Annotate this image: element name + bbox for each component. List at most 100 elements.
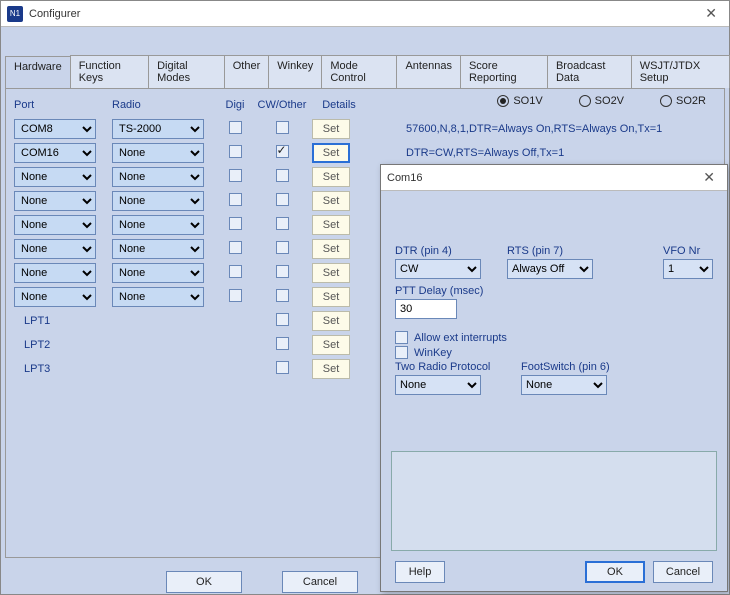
so-option-so2r[interactable]: SO2R bbox=[660, 95, 706, 107]
tab-hardware[interactable]: Hardware bbox=[5, 56, 71, 89]
radio-icon bbox=[497, 95, 509, 107]
dtr-select[interactable]: CW bbox=[395, 259, 481, 279]
radio-icon bbox=[579, 95, 591, 107]
port-details-dialog: Com16 ✕ DTR (pin 4) CW RTS (pin 7) Alway… bbox=[380, 164, 728, 592]
port-select[interactable]: None bbox=[14, 287, 96, 307]
sub-window-title: Com16 bbox=[387, 172, 422, 184]
close-icon[interactable]: ✕ bbox=[699, 5, 723, 22]
tab-function-keys[interactable]: Function Keys bbox=[70, 55, 149, 88]
cw-checkbox[interactable] bbox=[276, 265, 289, 278]
radio-select[interactable]: None bbox=[112, 215, 204, 235]
header-port: Port bbox=[14, 99, 106, 111]
header-radio: Radio bbox=[112, 99, 212, 111]
rts-label: RTS (pin 7) bbox=[507, 245, 593, 257]
digi-checkbox[interactable] bbox=[229, 217, 242, 230]
radio-select[interactable]: TS-2000 bbox=[112, 119, 204, 139]
digi-checkbox[interactable] bbox=[229, 241, 242, 254]
radio-select[interactable]: None bbox=[112, 143, 204, 163]
cw-checkbox[interactable] bbox=[276, 169, 289, 182]
tab-score-reporting[interactable]: Score Reporting bbox=[460, 55, 548, 88]
footswitch-label: FootSwitch (pin 6) bbox=[521, 361, 621, 373]
port-select[interactable]: COM16 bbox=[14, 143, 96, 163]
sub-close-icon[interactable]: ✕ bbox=[697, 169, 721, 186]
port-select[interactable]: None bbox=[14, 215, 96, 235]
radio-icon bbox=[660, 95, 672, 107]
inset-panel bbox=[391, 451, 717, 551]
set-button[interactable]: Set bbox=[312, 119, 350, 139]
cancel-button[interactable]: Cancel bbox=[282, 571, 358, 593]
digi-checkbox[interactable] bbox=[229, 145, 242, 158]
so-option-so1v[interactable]: SO1V bbox=[497, 95, 542, 107]
lpt-label: LPT1 bbox=[14, 315, 106, 327]
allow-ext-checkbox[interactable] bbox=[395, 331, 408, 344]
winkey-checkbox[interactable] bbox=[395, 346, 408, 359]
set-button[interactable]: Set bbox=[312, 215, 350, 235]
set-button[interactable]: Set bbox=[312, 311, 350, 331]
sub-ok-button[interactable]: OK bbox=[585, 561, 645, 583]
digi-checkbox[interactable] bbox=[229, 193, 242, 206]
header-cw: CW/Other bbox=[252, 99, 312, 111]
help-button[interactable]: Help bbox=[395, 561, 445, 583]
footswitch-select[interactable]: None bbox=[521, 375, 607, 395]
tab-digital-modes[interactable]: Digital Modes bbox=[148, 55, 225, 88]
digi-checkbox[interactable] bbox=[229, 289, 242, 302]
set-button[interactable]: Set bbox=[312, 263, 350, 283]
cw-checkbox[interactable] bbox=[276, 289, 289, 302]
radio-select[interactable]: None bbox=[112, 167, 204, 187]
lpt-cw-checkbox[interactable] bbox=[276, 313, 289, 326]
set-button[interactable]: Set bbox=[312, 359, 350, 379]
port-select[interactable]: None bbox=[14, 191, 96, 211]
lpt-cw-checkbox[interactable] bbox=[276, 361, 289, 374]
vfo-select[interactable]: 1 bbox=[663, 259, 713, 279]
dtr-label: DTR (pin 4) bbox=[395, 245, 481, 257]
cw-checkbox[interactable] bbox=[276, 241, 289, 254]
port-select[interactable]: None bbox=[14, 239, 96, 259]
allow-ext-label: Allow ext interrupts bbox=[414, 332, 507, 344]
so-option-so2v[interactable]: SO2V bbox=[579, 95, 624, 107]
radio-select[interactable]: None bbox=[112, 191, 204, 211]
set-button[interactable]: Set bbox=[312, 239, 350, 259]
port-row: COM8TS-2000Set57600,N,8,1,DTR=Always On,… bbox=[14, 117, 716, 141]
radio-select[interactable]: None bbox=[112, 239, 204, 259]
set-button[interactable]: Set bbox=[312, 143, 350, 163]
main-button-row: OK Cancel bbox=[166, 571, 358, 593]
digi-checkbox[interactable] bbox=[229, 121, 242, 134]
tab-other[interactable]: Other bbox=[224, 55, 270, 88]
tab-wsjt-jtdx-setup[interactable]: WSJT/JTDX Setup bbox=[631, 55, 730, 88]
lpt-cw-checkbox[interactable] bbox=[276, 337, 289, 350]
set-button[interactable]: Set bbox=[312, 287, 350, 307]
set-button[interactable]: Set bbox=[312, 167, 350, 187]
lpt-label: LPT3 bbox=[14, 363, 106, 375]
tab-antennas[interactable]: Antennas bbox=[396, 55, 460, 88]
radio-select[interactable]: None bbox=[112, 263, 204, 283]
sub-titlebar: Com16 ✕ bbox=[381, 165, 727, 191]
tab-mode-control[interactable]: Mode Control bbox=[321, 55, 397, 88]
digi-checkbox[interactable] bbox=[229, 169, 242, 182]
port-row: COM16 None Set DTR=CW,RTS=Always Off,Tx=1 bbox=[14, 141, 716, 165]
port-select[interactable]: None bbox=[14, 167, 96, 187]
rts-select[interactable]: Always Off bbox=[507, 259, 593, 279]
radio-select[interactable]: None bbox=[112, 287, 204, 307]
ptt-delay-input[interactable] bbox=[395, 299, 457, 319]
set-button[interactable]: Set bbox=[312, 191, 350, 211]
cw-checkbox[interactable] bbox=[276, 217, 289, 230]
vfo-label: VFO Nr bbox=[663, 245, 713, 257]
ok-button[interactable]: OK bbox=[166, 571, 242, 593]
so-label: SO1V bbox=[513, 95, 542, 107]
digi-checkbox[interactable] bbox=[229, 265, 242, 278]
cw-checkbox[interactable] bbox=[276, 145, 289, 158]
set-button[interactable]: Set bbox=[312, 335, 350, 355]
two-radio-label: Two Radio Protocol bbox=[395, 361, 495, 373]
lpt-label: LPT2 bbox=[14, 339, 106, 351]
port-detail-text: DTR=CW,RTS=Always Off,Tx=1 bbox=[406, 147, 564, 159]
sub-cancel-button[interactable]: Cancel bbox=[653, 561, 713, 583]
two-radio-select[interactable]: None bbox=[395, 375, 481, 395]
tab-winkey[interactable]: Winkey bbox=[268, 55, 322, 88]
cw-checkbox[interactable] bbox=[276, 193, 289, 206]
ptt-delay-label: PTT Delay (msec) bbox=[395, 285, 713, 297]
port-select[interactable]: COM8 bbox=[14, 119, 96, 139]
header-details: Details bbox=[312, 99, 366, 111]
port-select[interactable]: None bbox=[14, 263, 96, 283]
cw-checkbox[interactable] bbox=[276, 121, 289, 134]
tab-broadcast-data[interactable]: Broadcast Data bbox=[547, 55, 632, 88]
